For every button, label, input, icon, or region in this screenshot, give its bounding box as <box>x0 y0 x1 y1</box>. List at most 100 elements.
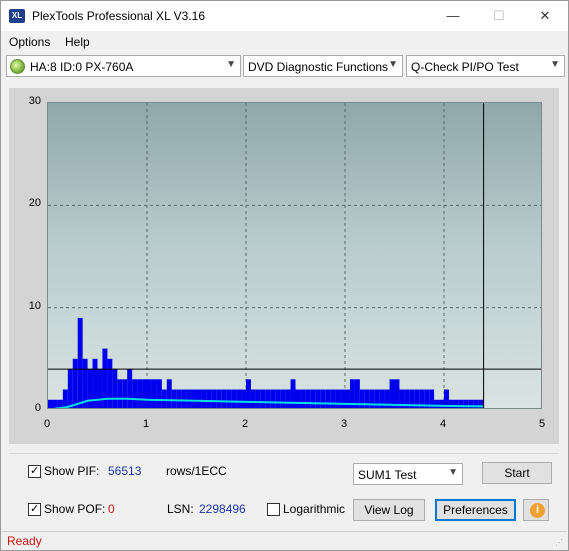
data-bar <box>325 389 331 408</box>
data-bar <box>320 389 326 408</box>
y-tick-label: 10 <box>28 299 41 312</box>
data-bar <box>166 379 172 408</box>
menu-help[interactable]: Help <box>65 35 90 49</box>
data-bar <box>77 317 83 408</box>
menu-options[interactable]: Options <box>9 35 50 49</box>
data-bar <box>246 379 251 408</box>
maximize-button[interactable]: ☐ <box>476 1 522 31</box>
data-bar <box>340 389 345 408</box>
data-bar <box>300 389 306 408</box>
view-log-button[interactable]: View Log <box>353 499 425 521</box>
data-bar <box>255 389 261 408</box>
data-bar <box>330 389 336 408</box>
data-bar <box>151 379 157 408</box>
data-bar <box>310 389 316 408</box>
plot-area <box>47 102 542 409</box>
data-bar <box>295 389 301 408</box>
show-pof-checkbox[interactable] <box>28 502 41 516</box>
x-tick-label: 0 <box>43 418 51 430</box>
info-icon: i <box>530 503 545 518</box>
x-tick-label: 3 <box>340 418 348 430</box>
data-bar <box>236 389 242 408</box>
sum-test-select[interactable]: SUM1 Test ▼ <box>353 463 463 485</box>
menu-bar: Options Help <box>1 32 568 52</box>
data-bar <box>127 369 133 408</box>
x-tick-label: 4 <box>439 418 447 430</box>
data-bar <box>270 389 276 408</box>
data-bar <box>67 369 73 408</box>
data-bar <box>260 389 266 408</box>
data-bar <box>156 379 162 408</box>
data-bar <box>181 389 187 408</box>
data-bar <box>176 389 182 408</box>
data-bar <box>132 379 138 408</box>
data-bar <box>216 389 222 408</box>
status-bar: Ready ⋰ <box>2 531 567 550</box>
lsn-value: 2298496 <box>199 502 246 516</box>
x-tick-label: 2 <box>241 418 249 430</box>
drive-select-value: HA:8 ID:0 PX-760A <box>30 60 134 74</box>
drive-select[interactable]: HA:8 ID:0 PX-760A ▼ <box>6 55 241 77</box>
data-bar <box>112 369 118 408</box>
data-bar <box>87 369 93 408</box>
data-bar <box>221 389 227 408</box>
data-bar <box>186 389 192 408</box>
data-bar <box>468 399 474 408</box>
data-bar <box>171 389 177 408</box>
data-bar <box>107 358 113 408</box>
data-bar <box>453 399 459 408</box>
data-bar <box>374 389 380 408</box>
data-bar <box>463 399 469 408</box>
data-bar <box>305 389 311 408</box>
pi-po-chart <box>48 103 541 408</box>
chart-panel <box>9 88 559 444</box>
function-select[interactable]: DVD Diagnostic Functions ▼ <box>243 55 403 77</box>
resize-grip-icon[interactable]: ⋰ <box>555 538 565 548</box>
preferences-button[interactable]: Preferences <box>435 499 516 521</box>
show-pif-label: Show PIF: <box>44 464 100 478</box>
pif-value: 56513 <box>108 464 142 478</box>
data-bar <box>473 399 479 408</box>
logarithmic-checkbox[interactable] <box>267 503 280 516</box>
info-button[interactable]: i <box>523 499 549 521</box>
data-bar <box>147 379 152 408</box>
controls-panel: Show PIF: 56513 rows/1ECC SUM1 Test ▼ St… <box>9 453 559 527</box>
data-bar <box>384 389 390 408</box>
test-select[interactable]: Q-Check PI/PO Test ▼ <box>406 55 565 77</box>
show-pof-label: Show POF: <box>44 502 106 516</box>
data-bar <box>142 379 147 408</box>
show-pif-checkbox[interactable] <box>28 464 41 478</box>
function-select-value: DVD Diagnostic Functions <box>248 60 389 74</box>
data-bar <box>379 389 385 408</box>
data-bar <box>250 389 256 408</box>
y-tick-label: 0 <box>34 402 41 414</box>
sum-test-value: SUM1 Test <box>358 468 417 482</box>
data-bar <box>359 389 365 408</box>
minimize-button[interactable]: — <box>430 1 476 31</box>
drive-icon <box>10 59 25 74</box>
window-title: PlexTools Professional XL V3.16 <box>32 9 205 23</box>
data-bar <box>191 389 197 408</box>
app-logo-icon: XL <box>9 9 25 23</box>
start-button[interactable]: Start <box>482 462 552 484</box>
title-bar[interactable]: XL PlexTools Professional XL V3.16 — ☐ ✕ <box>1 1 568 31</box>
close-button[interactable]: ✕ <box>522 1 568 31</box>
data-bar <box>48 399 53 408</box>
data-bar <box>97 369 103 408</box>
data-bar <box>369 389 375 408</box>
data-bar <box>285 389 291 408</box>
data-bar <box>439 399 444 408</box>
pof-value: 0 <box>108 502 115 516</box>
data-bar <box>315 389 321 408</box>
x-tick-label: 1 <box>142 418 150 430</box>
data-bar <box>72 358 78 408</box>
data-bar <box>196 389 202 408</box>
data-bar <box>206 389 212 408</box>
data-bar <box>241 389 246 408</box>
y-tick-label: 30 <box>28 95 41 107</box>
data-bar <box>211 389 217 408</box>
status-text: Ready <box>7 534 42 548</box>
data-bar <box>345 389 350 408</box>
test-select-value: Q-Check PI/PO Test <box>411 60 519 74</box>
data-bar <box>231 389 237 408</box>
